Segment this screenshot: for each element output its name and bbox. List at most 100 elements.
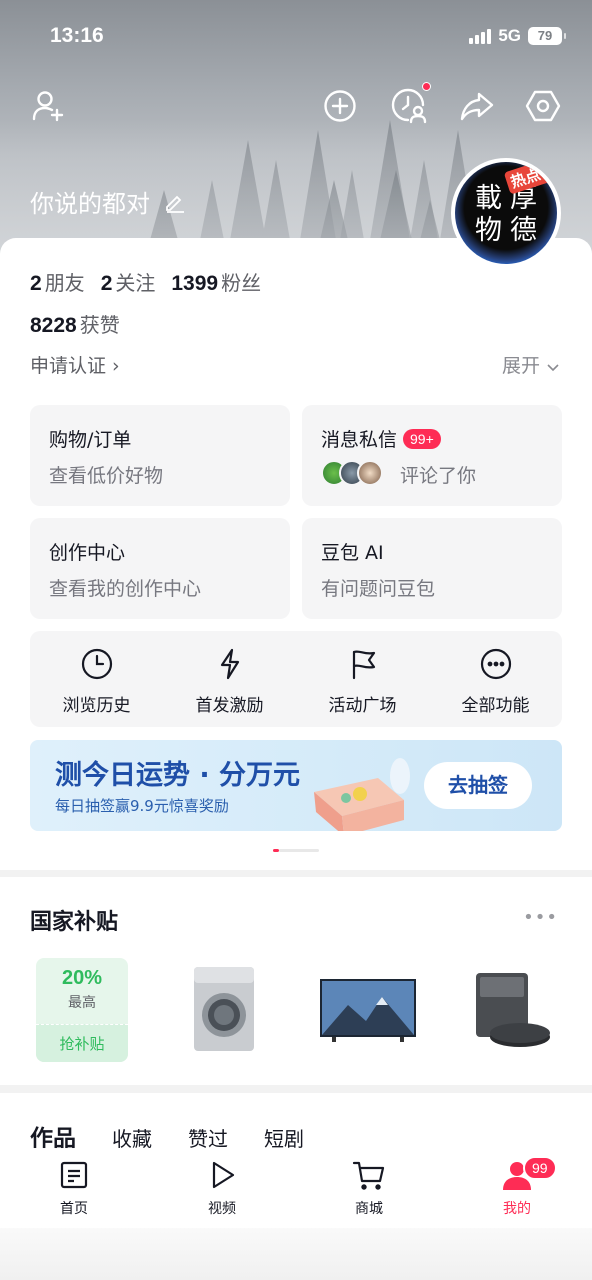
status-time: 13:16: [50, 24, 104, 47]
tile-shopping-orders[interactable]: 购物/订单 查看低价好物: [30, 405, 290, 506]
verify-label: 申请认证: [30, 355, 107, 377]
tile-doubao-ai[interactable]: 豆包 AI 有问题问豆包: [302, 518, 562, 619]
expand-label: 展开: [501, 355, 540, 377]
settings-hexagon-icon[interactable]: [521, 84, 565, 128]
function-label: 浏览历史: [62, 696, 131, 716]
battery-icon: 79: [528, 27, 566, 45]
avatar-char: 物: [475, 215, 502, 246]
promo-percent: 20%: [61, 967, 103, 989]
function-shortcuts: 浏览历史 首发激励 活动广场 全部功能: [30, 631, 562, 727]
function-all[interactable]: 全部功能: [429, 631, 562, 727]
banner-title: 测今日运势 · 分万元: [55, 760, 301, 791]
profile-toolbar: [0, 82, 592, 128]
avatar-char: 德: [510, 215, 537, 246]
grab-subsidy-button[interactable]: 抢补贴: [36, 1024, 128, 1062]
unread-badge: 99+: [403, 429, 441, 449]
nav-label: 商城: [355, 1201, 383, 1217]
mini-avatar: [357, 460, 383, 486]
tile-title: 消息私信: [321, 429, 398, 451]
nav-home[interactable]: 首页: [34, 1160, 114, 1218]
national-subsidy-section: 国家补贴 ••• 20% 最高 抢补贴: [0, 877, 592, 1085]
tile-subtitle: 有问题问豆包: [321, 578, 436, 600]
stat-number: 8228: [30, 314, 77, 337]
tile-creator-center[interactable]: 创作中心 查看我的创作中心: [30, 518, 290, 619]
home-icon: [60, 1161, 88, 1189]
stat-number: 1399: [171, 272, 219, 295]
draw-lot-button[interactable]: 去抽签: [424, 762, 532, 809]
nav-label: 我的: [503, 1201, 531, 1217]
more-icon: [480, 648, 511, 680]
section-title: 国家补贴: [30, 910, 119, 935]
cart-icon: [352, 1161, 385, 1190]
avatar-calligraphy: 載 厚 物 德: [471, 183, 541, 247]
tile-messages[interactable]: 消息私信 99+ 评论了你: [302, 405, 562, 506]
tile-subtitle: 查看低价好物: [49, 465, 164, 487]
clock-icon: [81, 648, 112, 680]
stat-friends[interactable]: 2 朋友: [30, 267, 85, 296]
banner-pager: [273, 849, 319, 852]
nav-mall[interactable]: 商城: [329, 1160, 409, 1218]
bottom-navigation: 首页 视频 商城 我的 99: [0, 1148, 592, 1228]
more-options-icon[interactable]: •••: [523, 907, 558, 928]
tile-title: 创作中心: [49, 542, 126, 564]
nav-badge: 99: [523, 1156, 557, 1180]
promo-label: 最高: [68, 995, 96, 1011]
function-label: 全部功能: [461, 696, 530, 716]
status-bar: 13:16 5G 79: [0, 0, 592, 76]
tile-title-row: 消息私信 99+: [321, 425, 441, 452]
profile-card: 2 朋友 2 关注 1399 粉丝 8228 获赞 申请认证 › 展开 购物/订单 查看…: [0, 238, 592, 870]
nav-me[interactable]: 我的 99: [477, 1156, 557, 1218]
profile-stats: 2 朋友 2 关注 1399 粉丝: [30, 267, 261, 296]
subsidy-promo-card[interactable]: 20% 最高 抢补贴: [36, 958, 128, 1062]
visitor-history-icon[interactable]: [387, 82, 431, 128]
profile-name: 你说的都对: [30, 190, 150, 218]
signal-icon: [469, 28, 492, 44]
nav-label: 首页: [60, 1201, 88, 1217]
message-avatars: [321, 460, 383, 486]
pager-track: [279, 849, 319, 852]
status-right: 5G 79: [469, 26, 566, 46]
stat-number: 2: [30, 272, 42, 295]
apply-verification-link[interactable]: 申请认证 ›: [30, 351, 120, 378]
stat-likes: 8228 获赞: [30, 309, 120, 338]
add-friend-icon[interactable]: [26, 84, 70, 128]
function-label: 活动广场: [328, 696, 397, 716]
function-label: 首发激励: [195, 696, 264, 716]
product-tv[interactable]: [318, 977, 418, 1047]
television-image: [320, 979, 416, 1042]
product-washing-machine[interactable]: [188, 965, 260, 1059]
avatar-char: 載: [475, 183, 502, 214]
product-robot-vacuum[interactable]: [470, 969, 552, 1055]
tile-subtitle: 评论了你: [400, 465, 477, 487]
tile-title: 豆包 AI: [321, 542, 384, 564]
stat-label: 朋友: [44, 271, 85, 295]
chevron-right-icon: ›: [106, 355, 120, 377]
tile-subtitle: 查看我的创作中心: [49, 578, 202, 600]
function-browse-history[interactable]: 浏览历史: [30, 631, 163, 727]
play-icon: [212, 1161, 235, 1189]
notification-dot: [422, 82, 431, 91]
stat-label: 粉丝: [221, 271, 262, 295]
nav-video[interactable]: 视频: [182, 1160, 262, 1218]
stat-following[interactable]: 2 关注: [101, 267, 156, 296]
stat-followers[interactable]: 1399 粉丝: [171, 267, 261, 296]
function-activity-plaza[interactable]: 活动广场: [296, 631, 429, 727]
share-icon[interactable]: [455, 84, 499, 128]
expand-button[interactable]: 展开: [502, 351, 560, 378]
robot-vacuum-image: [476, 973, 550, 1047]
chevron-down-icon: [547, 364, 559, 372]
lightning-icon: [220, 648, 239, 680]
fortune-banner[interactable]: 测今日运势 · 分万元 每日抽签赢9.9元惊喜奖励 去抽签: [30, 740, 562, 831]
gift-box-illustration: [314, 758, 410, 831]
create-plus-icon[interactable]: [318, 84, 362, 128]
function-first-release[interactable]: 首发激励: [163, 631, 296, 727]
edit-icon[interactable]: [164, 191, 186, 213]
network-type: 5G: [498, 26, 521, 45]
flag-icon: [352, 650, 375, 680]
stat-number: 2: [100, 272, 113, 295]
avatar-image: 載 厚 物 德 热点中: [455, 162, 557, 264]
profile-name-row[interactable]: 你说的都对: [30, 184, 186, 219]
stat-label: 获赞: [79, 313, 120, 337]
avatar[interactable]: 載 厚 物 德 热点中: [451, 158, 561, 268]
nav-label: 视频: [208, 1201, 236, 1217]
